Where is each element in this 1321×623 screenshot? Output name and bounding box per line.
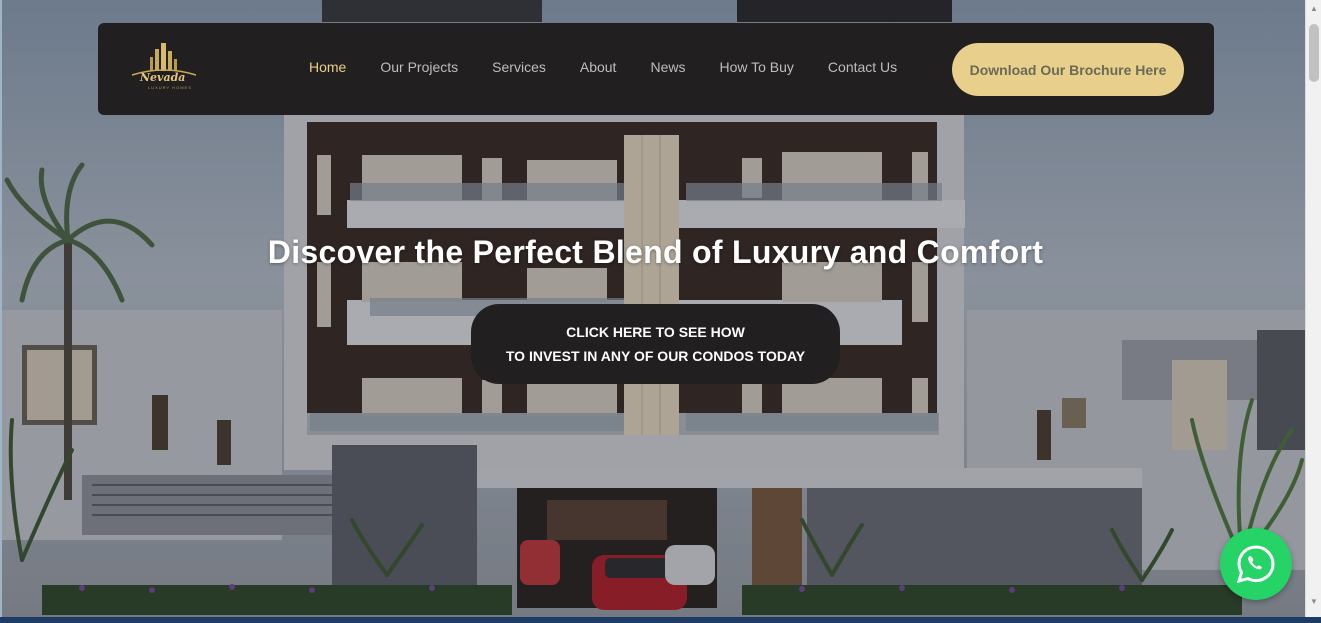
logo-tagline: LUXURY HOMES xyxy=(148,85,192,90)
scroll-down-arrow-icon[interactable]: ▼ xyxy=(1309,597,1319,607)
nav-link-contact-us[interactable]: Contact Us xyxy=(828,59,897,75)
download-brochure-button[interactable]: Download Our Brochure Here xyxy=(952,43,1184,96)
nav-link-home[interactable]: Home xyxy=(309,59,346,75)
logo-wordmark: Nevada xyxy=(140,71,186,84)
nav-link-how-to-buy[interactable]: How To Buy xyxy=(719,59,793,75)
nav-link-services[interactable]: Services xyxy=(492,59,546,75)
page-scrollbar[interactable]: ▲ ▼ xyxy=(1305,0,1321,617)
invest-cta-button[interactable]: CLICK HERE TO SEE HOW TO INVEST IN ANY O… xyxy=(471,304,840,384)
nav-link-about[interactable]: About xyxy=(580,59,617,75)
brand-logo[interactable]: Nevada LUXURY HOMES xyxy=(128,41,200,97)
whatsapp-chat-button[interactable] xyxy=(1220,528,1292,600)
cta-line-1: CLICK HERE TO SEE HOW xyxy=(566,324,745,340)
cta-line-2: TO INVEST IN ANY OF OUR CONDOS TODAY xyxy=(505,348,806,364)
hero-title: Discover the Perfect Blend of Luxury and… xyxy=(267,234,1044,270)
taskbar-edge xyxy=(0,617,1321,623)
scrollbar-thumb[interactable] xyxy=(1309,24,1319,82)
whatsapp-icon xyxy=(1236,545,1275,584)
nav-link-news[interactable]: News xyxy=(650,59,685,75)
page-viewport: Nevada LUXURY HOMES Home Our Projects Se… xyxy=(0,0,1305,617)
top-navbar: Nevada LUXURY HOMES Home Our Projects Se… xyxy=(98,23,1214,115)
scroll-up-arrow-icon[interactable]: ▲ xyxy=(1309,4,1319,14)
nav-link-our-projects[interactable]: Our Projects xyxy=(380,59,458,75)
nav-menu: Home Our Projects Services About News Ho… xyxy=(309,59,931,75)
